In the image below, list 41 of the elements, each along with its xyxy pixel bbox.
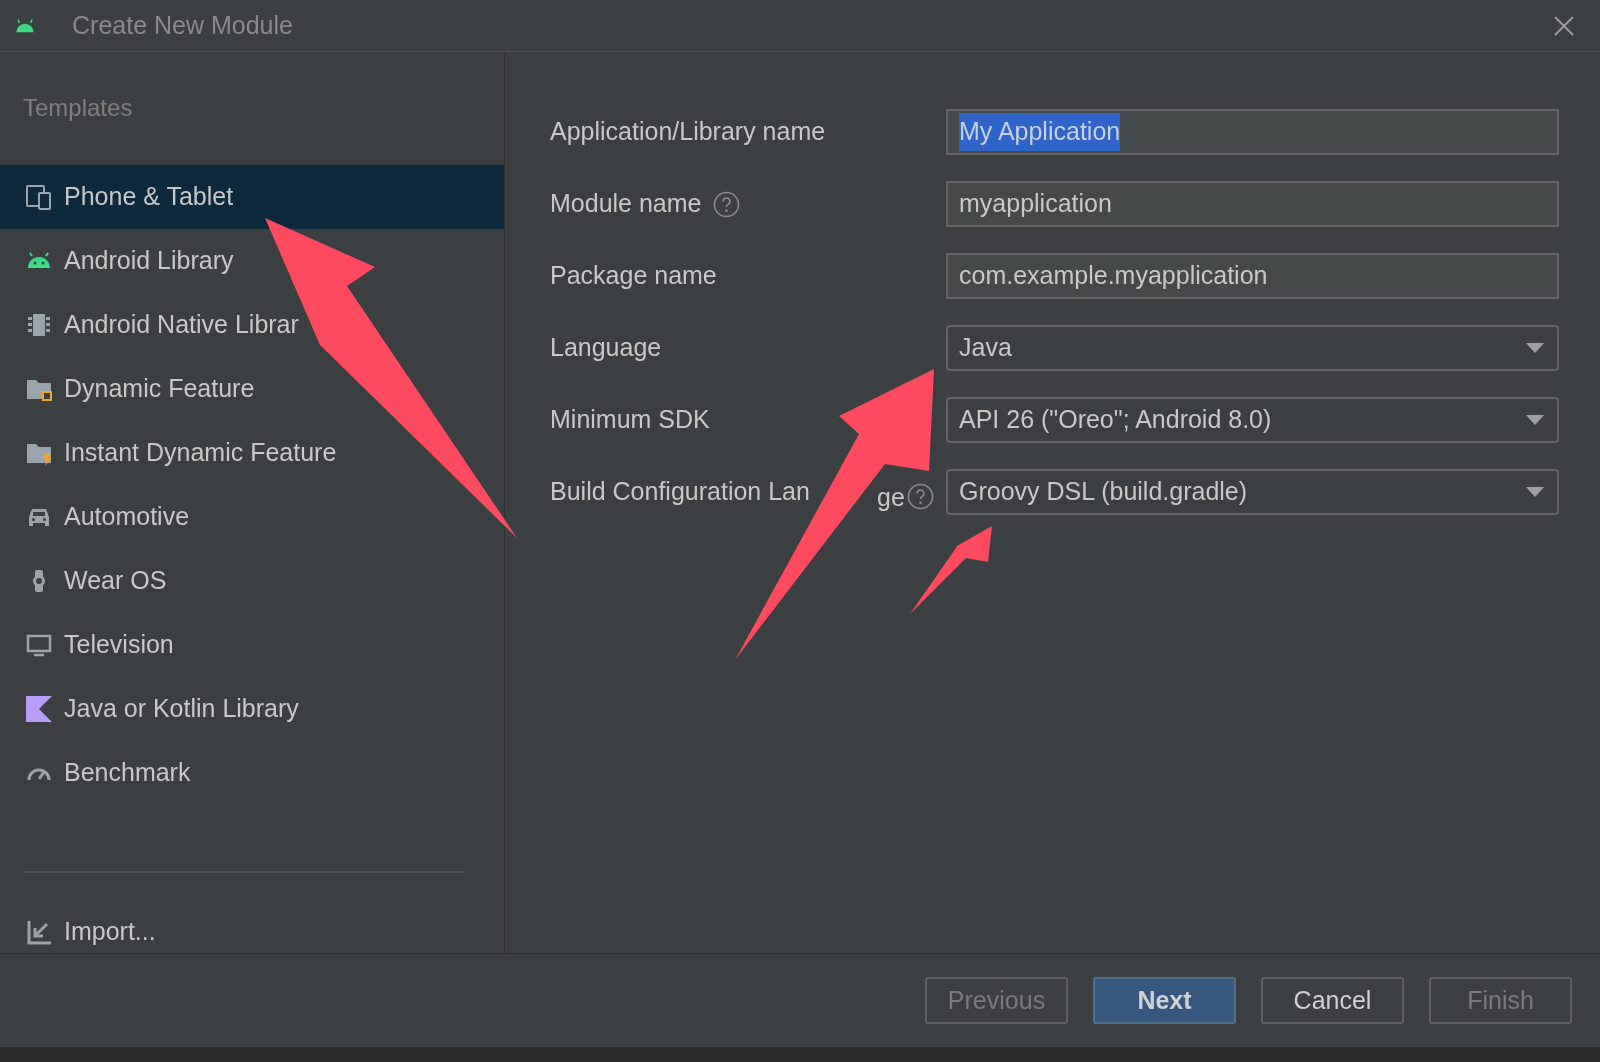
field-label: Build Configuration Lan [550,476,810,508]
dialog-button[interactable]: Next [1093,977,1236,1024]
template-item[interactable]: Dynamic Feature [0,357,504,421]
caret-icon [1526,415,1544,425]
template-item[interactable]: Android Native Librar [0,293,504,357]
caret-icon [1526,487,1544,497]
field-label: Package name [550,260,717,292]
window-title: Create New Module [72,9,294,41]
dropdown[interactable]: API 26 ("Oreo"; Android 8.0) [946,397,1559,443]
help-icon[interactable] [713,190,741,218]
help-icon[interactable] [907,483,934,511]
field-value: myapplication [959,188,1112,220]
template-item[interactable]: Phone & Tablet [0,165,504,229]
field-label: Application/Library name [550,116,826,148]
devices-icon [25,183,53,211]
caret-icon [1526,343,1544,353]
dropdown[interactable]: Java [946,325,1559,371]
import-item[interactable]: Import... [0,913,504,951]
template-item[interactable]: Automotive [0,485,504,549]
templates-heading: Templates [23,93,134,123]
field-label: Minimum SDK [550,404,710,436]
field-value: com.example.myapplication [959,260,1268,292]
text-field[interactable]: My Application [946,109,1559,155]
android-icon [14,17,36,34]
template-item[interactable]: Television [0,613,504,677]
text-field[interactable]: com.example.myapplication [946,253,1559,299]
field-label: Language [550,332,662,364]
field-value: My Application [959,113,1121,151]
close-icon[interactable] [1552,13,1576,38]
chip-icon [25,311,53,339]
dropdown[interactable]: Groovy DSL (build.gradle) [946,469,1559,515]
template-item[interactable]: Wear OS [0,549,504,613]
field-label: Module name [550,188,702,220]
template-item[interactable]: Benchmark [0,741,504,805]
template-item[interactable]: Android Library [0,229,504,293]
template-item[interactable]: Java or Kotlin Library [0,677,504,741]
field-label: ge [877,482,905,514]
kotlin-icon [25,695,53,723]
template-item[interactable]: Instant Dynamic Feature [0,421,504,485]
text-field[interactable]: myapplication [946,181,1559,227]
dialog-button[interactable]: Cancel [1261,977,1404,1024]
